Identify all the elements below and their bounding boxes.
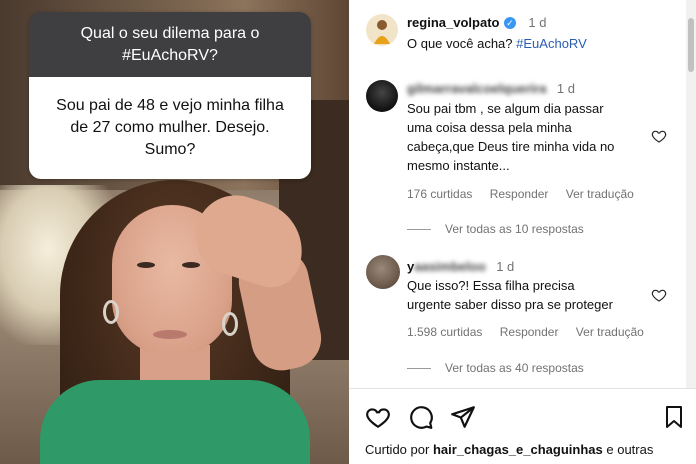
heart-icon[interactable] (651, 287, 667, 303)
answer-line-3: Sumo? (144, 141, 196, 158)
woman-shirt (40, 380, 310, 464)
comment-2-line-1: Que isso?! Essa filha precisa (407, 278, 575, 293)
comment-1-translate-button[interactable]: Ver tradução (566, 187, 634, 201)
woman-left-eye (137, 262, 155, 268)
liked-by-suffix[interactable]: e outras (606, 442, 653, 457)
woman-right-eye (182, 262, 200, 268)
replies-divider-line (407, 368, 431, 370)
liked-by-prefix: Curtido por (365, 442, 430, 457)
question-line-2: #EuAchoRV? (122, 46, 218, 64)
question-card: Qual o seu dilema para o #EuAchoRV? Sou … (29, 12, 311, 179)
comment-1-username[interactable]: gilmarravalcoelquerira (407, 81, 546, 96)
comment-1-line-1: Sou pai tbm , se algum dia passar (407, 101, 604, 116)
comment-1-line-4: mesmo instante... (407, 158, 510, 173)
liked-by-user[interactable]: hair_chagas_e_chaguinhas (433, 442, 603, 457)
answer-line-1: Sou pai de 48 e vejo minha filha (56, 97, 284, 114)
post-hashtag[interactable]: #EuAchoRV (516, 36, 587, 51)
bookmark-icon[interactable] (662, 404, 686, 430)
earring-left (103, 300, 119, 324)
answer-line-2: de 27 como mulher. Desejo. (70, 119, 270, 136)
comment-2-view-replies[interactable]: Ver todas as 40 respostas (407, 361, 584, 375)
earring-right (222, 312, 238, 336)
comment-1-time: 1 d (556, 81, 575, 96)
comment-2-username[interactable]: aasimbeloo (414, 259, 486, 274)
comment-1-text: Sou pai tbm , se algum dia passar uma co… (407, 99, 657, 175)
comment-2-avatar[interactable] (366, 255, 400, 289)
comment-icon[interactable] (408, 404, 434, 430)
scrollbar-thumb[interactable] (688, 18, 694, 72)
comments-panel: regina_volpato ✓ 1 d O que você acha? #E… (349, 0, 696, 464)
share-icon[interactable] (450, 404, 476, 430)
comment-1-reply-button[interactable]: Responder (490, 187, 549, 201)
woman-lips (153, 330, 187, 339)
comment-1-line-3: cabeça,que Deus tire minha vida no (407, 139, 615, 154)
question-answer: Sou pai de 48 e vejo minha filha de 27 c… (29, 77, 311, 179)
comment-2-line-2: urgente saber disso pra se proteger (407, 297, 613, 312)
post-caption: O que você acha? (407, 36, 513, 51)
liked-by: Curtido por hair_chagas_e_chaguinhas e o… (365, 440, 653, 459)
replies-divider-line (407, 229, 431, 231)
question-line-1: Qual o seu dilema para o (80, 24, 260, 42)
comment-1-avatar[interactable] (366, 80, 398, 112)
heart-icon[interactable] (651, 128, 667, 144)
comment-2-text: Que isso?! Essa filha precisa urgente sa… (407, 276, 657, 314)
author-username[interactable]: regina_volpato (407, 15, 499, 30)
comment-1-line-2: uma coisa dessa pela minha (407, 120, 572, 135)
comment-2-view-replies-label[interactable]: Ver todas as 40 respostas (445, 361, 584, 375)
comment-1-view-replies[interactable]: Ver todas as 10 respostas (407, 222, 584, 236)
comment-1-view-replies-label[interactable]: Ver todas as 10 respostas (445, 222, 584, 236)
actions-divider (349, 388, 696, 389)
post-time: 1 d (528, 15, 547, 30)
comment-1-likes[interactable]: 176 curtidas (407, 187, 472, 201)
comment-2-translate-button[interactable]: Ver tradução (576, 325, 644, 339)
question-header: Qual o seu dilema para o #EuAchoRV? (29, 12, 311, 77)
author-avatar[interactable] (366, 14, 398, 46)
comment-2-likes[interactable]: 1.598 curtidas (407, 325, 482, 339)
story-image: Qual o seu dilema para o #EuAchoRV? Sou … (0, 0, 349, 464)
comment-2-reply-button[interactable]: Responder (500, 325, 559, 339)
comment-2-time: 1 d (496, 259, 515, 274)
verified-icon: ✓ (503, 16, 516, 29)
heart-icon[interactable] (365, 404, 391, 430)
